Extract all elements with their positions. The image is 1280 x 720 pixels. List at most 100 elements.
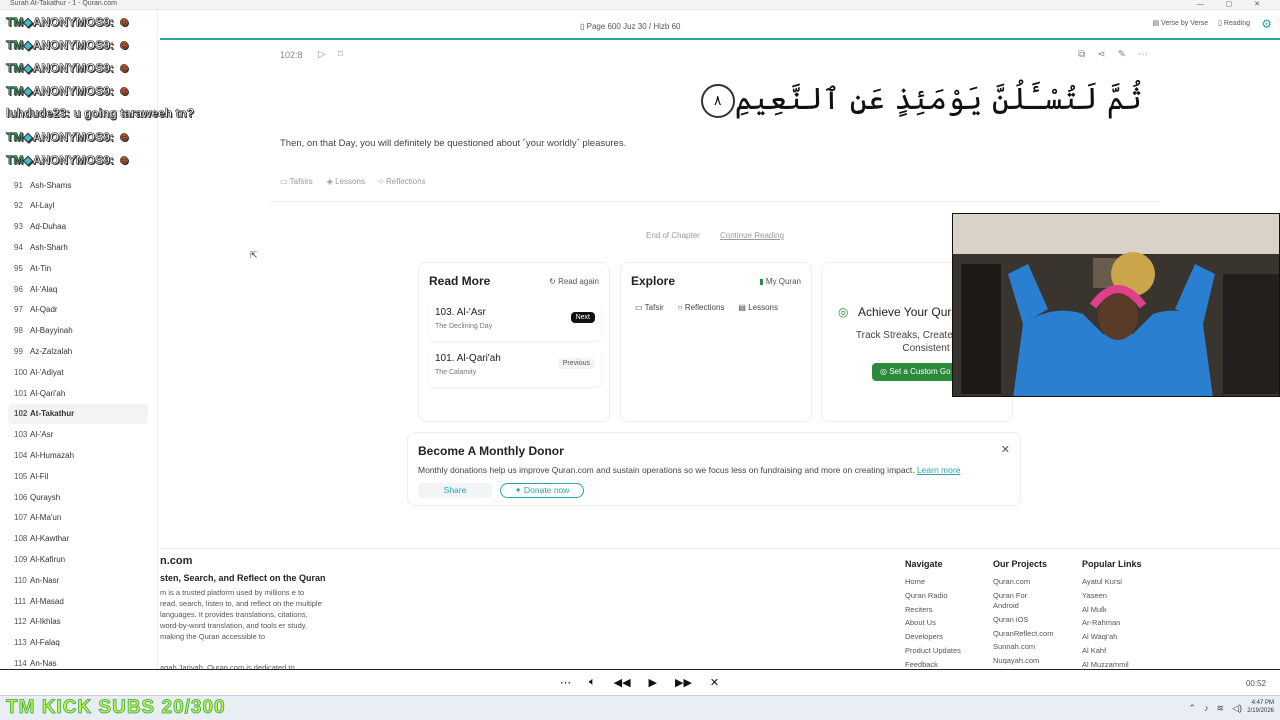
footer-link[interactable]: Quran For Android (993, 591, 1049, 611)
bookmark-icon[interactable]: ⌑ (338, 49, 343, 60)
sidebar-item-al-fil[interactable]: 105 Al-Fil (8, 466, 148, 486)
play-icon[interactable]: ▷ (318, 49, 326, 60)
sidebar-item-at-takathur[interactable]: 102 At-Takathur (8, 403, 148, 424)
tab-lessons[interactable]: ◈ Lessons (327, 177, 365, 186)
footer-link[interactable]: Quran Radio (905, 589, 985, 603)
explore-tafsir-link[interactable]: ▭ Tafsir (635, 303, 664, 312)
forward-icon[interactable]: ▶▶ (675, 676, 692, 689)
sidebar-item-an-nasr[interactable]: 110 An-Nasr (8, 570, 148, 590)
close-icon[interactable]: ✕ (710, 676, 719, 689)
sidebar-item-ad-duhaa[interactable]: 93 Ad-Duhaa (8, 217, 148, 237)
chat-username: ANONYMOS9: (32, 84, 114, 99)
play-icon[interactable]: ▶ (649, 676, 657, 689)
rewind-icon[interactable]: ◀◀ (614, 676, 631, 689)
sidebar-item-al-humazah[interactable]: 104 Al-Humazah (8, 445, 148, 465)
chat-badge: TM (6, 153, 24, 168)
sidebar-item-al-ikhlas[interactable]: 112 Al-Ikhlas (8, 612, 148, 632)
chat-username: ANONYMOS9: (32, 38, 114, 53)
continue-reading-link[interactable]: Continue Reading (720, 231, 784, 240)
emote-icon: ☻ (117, 83, 131, 99)
footer-link[interactable]: Quran iOS (993, 613, 1049, 627)
read-again-link[interactable]: ↻ Read again (549, 277, 599, 286)
emote-icon: ☻ (117, 152, 131, 168)
explore-reflections-link[interactable]: ○ Reflections (678, 303, 725, 312)
sidebar-item-al-qari-ah[interactable]: 101 Al-Qari'ah (8, 383, 148, 403)
sidebar-item-al-alaq[interactable]: 96 Al-'Alaq (8, 279, 148, 299)
share-button[interactable]: Share (418, 483, 492, 498)
sidebar-item-label: Al-Ma'un (30, 513, 62, 523)
sidebar-item-al-asr[interactable]: 103 Al-'Asr (8, 425, 148, 445)
footer-link[interactable]: Yaseen (1082, 589, 1162, 603)
footer-link[interactable]: Home (905, 575, 985, 589)
verse-number-marker: ٨ (700, 84, 735, 118)
chat-username: ANONYMOS9: (32, 15, 114, 30)
system-tray: ⌃ ♪ ≋ ◁) (1188, 703, 1242, 714)
more-icon[interactable]: ⋯ (560, 676, 571, 689)
sidebar-item-number: 107 (14, 513, 28, 523)
sidebar-item-number: 95 (14, 263, 23, 273)
footer-link[interactable]: Sunnah.com (993, 640, 1073, 654)
sidebar-item-number: 91 (14, 180, 23, 190)
sidebar-item-label: Ash-Shams (30, 180, 72, 190)
sidebar-item-quraysh[interactable]: 106 Quraysh (8, 487, 148, 507)
footer-link[interactable]: Product Updates (905, 644, 985, 658)
learn-more-link[interactable]: Learn more (917, 465, 960, 475)
copy-icon[interactable]: ⧉ (1078, 49, 1085, 60)
donor-banner: Become A Monthly Donor ✕ Monthly donatio… (407, 432, 1021, 506)
sidebar-item-al-falaq[interactable]: 113 Al-Falaq (8, 633, 148, 653)
my-quran-link[interactable]: ▮ My Quran (759, 277, 801, 286)
tab-reflections[interactable]: ○ Reflections (379, 177, 426, 186)
donor-text: Monthly donations help us improve Quran.… (418, 465, 961, 475)
chat-badge: TM (6, 84, 24, 99)
window-controls[interactable]: — ▢ ✕ (1197, 0, 1270, 8)
set-goal-button[interactable]: ◎ Set a Custom Go (872, 363, 959, 381)
gear-icon[interactable]: ⚙ (1261, 17, 1272, 31)
close-icon[interactable]: ✕ (1001, 443, 1010, 456)
next-chapter-item[interactable]: 103. Al-'Asr The Declining Day Next (429, 301, 601, 341)
explore-lessons-link[interactable]: ▤ Lessons (738, 303, 778, 312)
sidebar-item-al-masad[interactable]: 111 Al-Masad (8, 591, 148, 611)
previous-chapter-item[interactable]: 101. Al-Qari'ah The Calamity Previous (429, 347, 601, 387)
tab-reading[interactable]: ▯ Reading (1218, 19, 1250, 27)
tab-verse-by-verse[interactable]: ▤ Verse by Verse (1152, 19, 1208, 27)
sidebar-item-az-zalzalah[interactable]: 99 Az-Zalzalah (8, 341, 148, 361)
footer-link[interactable]: Developers (905, 630, 985, 644)
sidebar-item-ash-sharh[interactable]: 94 Ash-Sharh (8, 237, 148, 257)
chevron-up-icon[interactable]: ⌃ (1188, 703, 1196, 714)
footer-link[interactable]: About Us (905, 616, 985, 630)
volume-icon[interactable]: 🔈︎ (589, 676, 596, 689)
sidebar-item-al-adiyat[interactable]: 100 Al-'Adiyat (8, 362, 148, 382)
footer-link[interactable]: Al Kahf (1082, 644, 1162, 658)
volume-icon[interactable]: ◁) (1232, 703, 1242, 714)
footer-link[interactable]: QuranReflect.com (993, 627, 1073, 641)
sidebar-item-number: 96 (14, 284, 23, 294)
sidebar-item-al-bayyinah[interactable]: 98 Al-Bayyinah (8, 321, 148, 341)
sidebar-item-al-kafirun[interactable]: 109 Al-Kafirun (8, 549, 148, 569)
sidebar-item-al-kawthar[interactable]: 108 Al-Kawthar (8, 529, 148, 549)
footer-brand: n.com (160, 555, 193, 567)
sidebar-item-ash-shams[interactable]: 91 Ash-Shams (8, 175, 148, 195)
sidebar-item-label: Al-'Asr (30, 430, 54, 440)
footer-link[interactable]: Reciters (905, 603, 985, 617)
sidebar-item-al-qadr[interactable]: 97 Al-Qadr (8, 300, 148, 320)
sidebar-item-number: 111 (14, 596, 27, 606)
wifi-icon[interactable]: ≋ (1217, 703, 1225, 714)
share-icon[interactable]: ⋖ (1097, 49, 1105, 60)
footer-link[interactable]: Al Mulk (1082, 603, 1162, 617)
footer-link[interactable]: Ar-Rahman (1082, 616, 1162, 630)
more-icon[interactable]: ⋯ (1138, 49, 1148, 60)
footer-link[interactable]: Ayatul Kursi (1082, 575, 1162, 589)
footer-link[interactable]: Nuqayah.com (993, 654, 1073, 668)
sidebar-item-at-tin[interactable]: 95 At-Tin (8, 258, 148, 278)
webcam-overlay (952, 213, 1280, 397)
tab-tafsirs[interactable]: ▭ Tafsirs (280, 177, 313, 186)
sidebar-item-al-ma-un[interactable]: 107 Al-Ma'un (8, 508, 148, 528)
mic-icon[interactable]: ♪ (1204, 703, 1209, 714)
sidebar-item-al-layl[interactable]: 92 Al-Layl (8, 196, 148, 216)
clock[interactable]: 4:47 PM 2/19/2026 (1247, 699, 1274, 715)
footer-link[interactable]: Al Waqi'ah (1082, 630, 1162, 644)
footer-link[interactable]: Quran.com (993, 575, 1049, 589)
donate-now-button[interactable]: ✦ Donate now (500, 483, 584, 498)
edit-icon[interactable]: ✎ (1118, 49, 1126, 60)
sidebar-item-number: 113 (14, 638, 27, 648)
